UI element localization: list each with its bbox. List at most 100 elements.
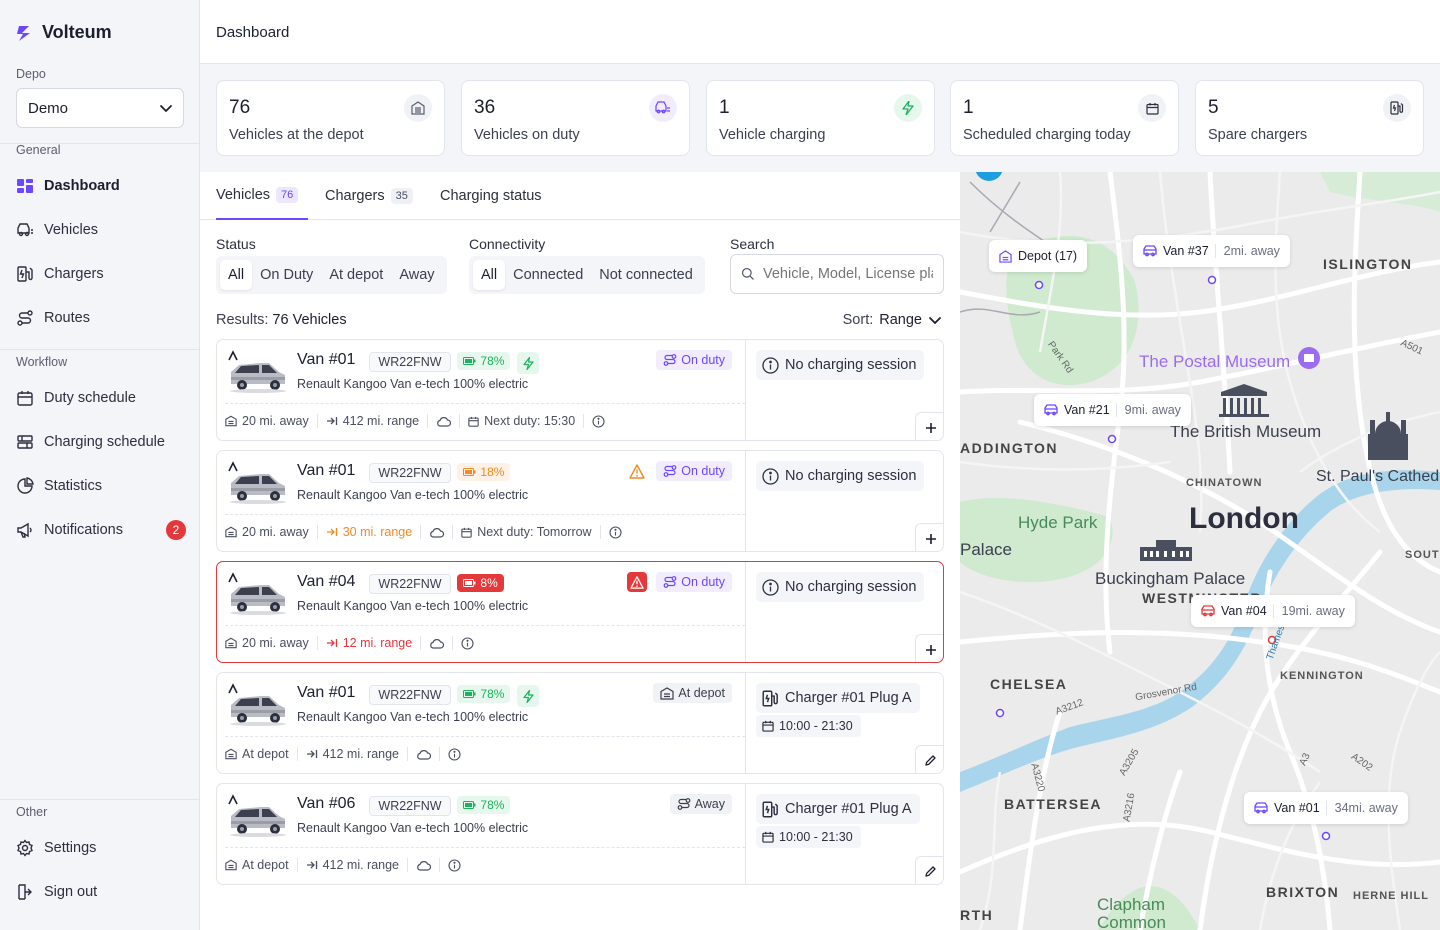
- edit-charging-button[interactable]: [915, 745, 943, 773]
- sidebar-item-notifications[interactable]: Notifications 2: [16, 518, 186, 542]
- search-input[interactable]: [763, 266, 933, 282]
- vehicle-image: [225, 794, 289, 840]
- tab-chargers[interactable]: Chargers 35: [325, 172, 413, 220]
- stat-card-scheduled-charging[interactable]: 1 Scheduled charging today: [950, 80, 1179, 156]
- megaphone-icon: [17, 522, 32, 538]
- info-icon[interactable]: [609, 525, 622, 539]
- tab-charging-status[interactable]: Charging status: [440, 172, 542, 220]
- distance: 20 mi. away: [225, 525, 309, 539]
- map-pin-van-04[interactable]: Van #04 19mi. away: [1191, 595, 1355, 627]
- sidebar-item-chargers[interactable]: Chargers: [16, 262, 186, 286]
- vehicle-card[interactable]: Van #04 WR22FNW 8% Renault Kangoo Van e-tec…: [216, 561, 944, 663]
- vehicle-card[interactable]: Van #06 WR22FNW 78% Renault Kangoo Van e-te…: [216, 783, 944, 885]
- sidebar-item-settings[interactable]: Settings: [16, 836, 186, 860]
- status-option-at-depot[interactable]: At depot: [321, 260, 391, 290]
- sidebar-item-label: Charging schedule: [44, 434, 165, 450]
- map-pin-van-21[interactable]: Van #21 9mi. away: [1034, 394, 1191, 426]
- route-icon: [663, 354, 677, 366]
- search-box[interactable]: [730, 254, 944, 294]
- vehicle-model: Renault Kangoo Van e-tech 100% electric: [297, 821, 529, 835]
- vehicle-model: Renault Kangoo Van e-tech 100% electric: [297, 599, 529, 613]
- add-charging-button[interactable]: [915, 523, 943, 551]
- vehicle-card[interactable]: Van #01 WR22FNW 78% Renault Kangoo Van e-te…: [216, 672, 944, 774]
- sidebar-item-vehicles[interactable]: Vehicles: [16, 218, 186, 242]
- tab-vehicles[interactable]: Vehicles 76: [216, 172, 309, 220]
- stat-label: Vehicle charging: [719, 127, 826, 143]
- pencil-icon: [924, 865, 937, 878]
- stat-card-vehicle-charging[interactable]: 1 Vehicle charging: [706, 80, 935, 156]
- calendar-icon: [468, 416, 479, 427]
- map[interactable]: ISLINGTON The Postal Museum The British …: [960, 172, 1440, 930]
- info-icon[interactable]: [448, 858, 461, 872]
- calendar-icon: [762, 831, 774, 843]
- vehicle-name[interactable]: Van #01: [297, 351, 355, 369]
- sort-dropdown[interactable]: Sort: Range: [843, 312, 942, 328]
- add-charging-button[interactable]: [915, 412, 943, 440]
- stat-card-vehicles-depot[interactable]: 76 Vehicles at the depot: [216, 80, 445, 156]
- status-text: On duty: [681, 575, 725, 589]
- charger-assignment[interactable]: Charger #01 Plug A: [756, 794, 920, 824]
- vehicle-card[interactable]: Van #01 WR22FNW 18% Renault Kangoo Van e-te…: [216, 450, 944, 552]
- map-label-buckingham: Buckingham Palace: [1095, 569, 1246, 588]
- charger-assignment[interactable]: Charger #01 Plug A: [756, 683, 920, 713]
- sidebar-item-charging-schedule[interactable]: Charging schedule: [16, 430, 186, 454]
- sidebar-item-label: Vehicles: [44, 222, 99, 238]
- stat-card-vehicles-duty[interactable]: 36 Vehicles on duty: [461, 80, 690, 156]
- notifications-badge: 2: [166, 520, 186, 540]
- sidebar: Volteum Depo Demo General Dashboard Vehi…: [0, 0, 200, 930]
- map-pin-van-37[interactable]: Van #37 2mi. away: [1133, 235, 1290, 267]
- stat-label: Vehicles at the depot: [229, 127, 364, 143]
- sidebar-item-routes[interactable]: Routes: [16, 306, 186, 330]
- depo-select[interactable]: Demo: [16, 88, 184, 128]
- status-badge: On duty: [656, 572, 732, 592]
- edit-charging-button[interactable]: [915, 856, 943, 884]
- vehicle-name[interactable]: Van #04: [297, 573, 355, 591]
- separator: [420, 636, 422, 650]
- stat-value: 1: [719, 97, 730, 118]
- status-option-on-duty[interactable]: On Duty: [252, 260, 321, 290]
- sidebar-item-sign-out[interactable]: Sign out: [16, 880, 186, 904]
- vehicle-name[interactable]: Van #01: [297, 462, 355, 480]
- add-charging-button[interactable]: [915, 634, 943, 662]
- separator: [420, 525, 422, 539]
- sidebar-item-dashboard[interactable]: Dashboard: [16, 174, 186, 198]
- connectivity-option-all[interactable]: All: [473, 260, 506, 290]
- status-option-all[interactable]: All: [220, 260, 253, 290]
- status-option-away[interactable]: Away: [391, 260, 442, 290]
- charger-icon: [1383, 94, 1411, 122]
- logo[interactable]: Volteum: [16, 22, 112, 43]
- map-pin-depot[interactable]: Depot (17): [989, 240, 1088, 272]
- sidebar-item-statistics[interactable]: Statistics: [16, 474, 186, 498]
- info-icon[interactable]: [448, 747, 461, 761]
- calendar-icon: [762, 720, 774, 732]
- battery-icon: [463, 801, 476, 809]
- stat-card-spare-chargers[interactable]: 5 Spare chargers: [1195, 80, 1424, 156]
- separator: [439, 747, 441, 761]
- status-text: Away: [694, 797, 725, 811]
- map-label-south: SOUTH: [1405, 549, 1440, 561]
- connectivity-option-not-connected[interactable]: Not connected: [591, 260, 701, 290]
- license-plate: WR22FNW: [369, 685, 451, 705]
- info-icon[interactable]: [461, 636, 474, 650]
- vehicle-name[interactable]: Van #01: [297, 684, 355, 702]
- connectivity-option-connected[interactable]: Connected: [505, 260, 591, 290]
- divider: [225, 736, 745, 737]
- map-pin-label: Depot (17): [1018, 249, 1078, 263]
- charging-session: No charging session: [756, 572, 925, 602]
- vehicle-card[interactable]: Van #01 WR22FNW 78% Renault Kangoo Van e-te…: [216, 339, 944, 441]
- bolt-logo-icon: [17, 25, 30, 41]
- stat-value: 1: [963, 97, 974, 118]
- map-label-london: London: [1189, 502, 1299, 535]
- map-label-battersea: BATTERSEA: [1004, 796, 1103, 812]
- stat-value: 5: [1208, 97, 1219, 118]
- sidebar-item-duty-schedule[interactable]: Duty schedule: [16, 386, 186, 410]
- section-general-label: General: [16, 143, 61, 157]
- info-icon[interactable]: [592, 414, 605, 428]
- vehicle-name[interactable]: Van #06: [297, 795, 355, 813]
- map-pin-van-01[interactable]: Van #01 34mi. away: [1244, 792, 1408, 824]
- connectivity-filter: All Connected Not connected: [469, 256, 705, 294]
- map-pin-distance: 19mi. away: [1272, 604, 1345, 618]
- distance-text: 20 mi. away: [242, 636, 309, 650]
- stat-label: Spare chargers: [1208, 127, 1308, 143]
- battery-icon: [463, 690, 476, 698]
